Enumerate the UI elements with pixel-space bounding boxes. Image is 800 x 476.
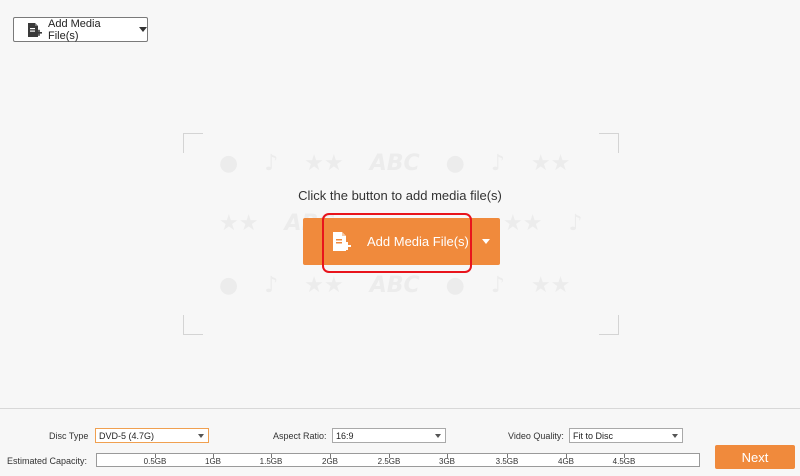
capacity-tick-label: 2.5GB (377, 457, 401, 466)
capacity-bar: 0.5GB 1GB 1.5GB 2GB 2.5GB 3GB 3.5GB 4GB … (96, 453, 700, 467)
add-media-files-button[interactable]: Add Media File(s) (303, 218, 500, 265)
add-media-files-label: Add Media File(s) (48, 17, 101, 42)
stars-icon: ★★ (304, 151, 344, 176)
caret-down-icon[interactable] (139, 27, 147, 32)
film-reel-icon: ● (445, 273, 465, 298)
stars-icon: ★★ (304, 273, 344, 298)
aspect-ratio-value: 16:9 (336, 430, 354, 441)
estimated-capacity-label: Estimated Capacity: (7, 456, 88, 466)
video-quality-label: Video Quality: (508, 431, 564, 441)
microphone-icon: ♪ (490, 273, 505, 298)
caret-down-icon[interactable] (481, 239, 490, 244)
capacity-tick-label: 2GB (321, 457, 339, 466)
capacity-tick-label: 3.5GB (495, 457, 519, 466)
microphone-icon: ♪ (264, 273, 279, 298)
capacity-tick-label: 3GB (438, 457, 456, 466)
stars-icon: ★★ (219, 211, 259, 236)
disc-type-value: DVD-5 (4.7G) (99, 430, 155, 441)
disc-type-select[interactable]: DVD-5 (4.7G) (95, 428, 209, 443)
capacity-tick-label: 4GB (557, 457, 575, 466)
next-button[interactable]: Next (715, 445, 795, 469)
aspect-ratio-label: Aspect Ratio: (273, 431, 327, 441)
microphone-icon: ♪ (264, 151, 279, 176)
capacity-tick-label: 4.5GB (612, 457, 636, 466)
separator (477, 218, 478, 265)
capacity-tick-label: 1.5GB (259, 457, 283, 466)
add-file-icon (26, 22, 42, 38)
stars-icon: ★★ (530, 273, 571, 298)
film-reel-icon: ● (219, 273, 239, 298)
video-quality-value: Fit to Disc (573, 430, 614, 441)
stars-icon: ★★ (530, 151, 571, 176)
film-reel-icon: ● (445, 151, 465, 176)
watermark-text: ABC (369, 273, 420, 298)
caret-down-icon (672, 434, 678, 438)
capacity-tick-label: 0.5GB (143, 457, 167, 466)
disc-type-label: Disc Type (49, 431, 89, 441)
watermark-text: ABC (369, 151, 420, 176)
add-media-files-label: Add Media File(s) (367, 234, 469, 249)
add-media-instruction: Click the button to add media file(s) (298, 188, 502, 203)
caret-down-icon (435, 434, 441, 438)
film-reel-icon: ● (219, 151, 239, 176)
add-media-files-toolbar-button[interactable]: Add Media File(s) (13, 17, 148, 42)
stars-icon: ★★ (503, 211, 543, 236)
add-file-icon (331, 231, 351, 253)
video-quality-select[interactable]: Fit to Disc (569, 428, 683, 443)
microphone-icon: ♪ (568, 211, 583, 236)
capacity-tick-label: 1GB (204, 457, 222, 466)
aspect-ratio-select[interactable]: 16:9 (332, 428, 446, 443)
caret-down-icon (198, 434, 204, 438)
microphone-icon: ♪ (490, 151, 505, 176)
